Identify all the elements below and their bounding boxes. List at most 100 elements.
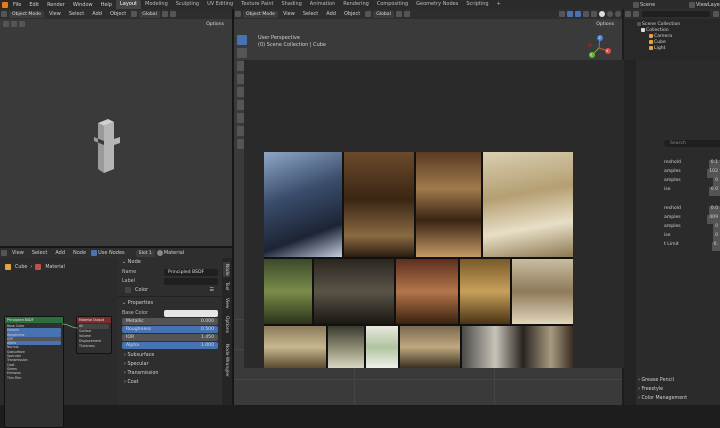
menu-edit[interactable]: Edit: [25, 2, 43, 8]
gizmo-icon[interactable]: [567, 11, 573, 17]
tab-scripting[interactable]: Scripting: [462, 0, 492, 9]
tab-modeling[interactable]: Modeling: [141, 0, 172, 9]
prop-partial-value[interactable]: 0.: [711, 242, 720, 251]
tab-geometry-nodes[interactable]: Geometry Nodes: [412, 0, 462, 9]
coat-panel[interactable]: › Coat: [124, 378, 222, 387]
left-mode-dropdown[interactable]: Object Mode: [9, 10, 44, 18]
main-snap-icon[interactable]: [395, 11, 402, 17]
slot-dropdown[interactable]: Slot 1: [135, 249, 155, 257]
color-row[interactable]: Color ☰: [118, 286, 222, 294]
shading-material-icon[interactable]: [607, 11, 613, 17]
select-mode-icon[interactable]: [11, 21, 17, 27]
outliner-display-icon[interactable]: [633, 11, 639, 17]
overlay-icon[interactable]: [575, 11, 581, 17]
sidebar-tab-options[interactable]: Options: [223, 314, 230, 335]
main-options-button[interactable]: Options: [593, 21, 617, 28]
prop-partial-value[interactable]: 409: [707, 215, 720, 224]
main-mode-dropdown[interactable]: Object Mode: [243, 10, 278, 18]
freestyle-panel[interactable]: › Freestyle: [638, 385, 718, 394]
node-menu-select[interactable]: Select: [28, 250, 51, 256]
navigation-gizmo[interactable]: X Y Z: [584, 33, 614, 63]
node-editor-type-icon[interactable]: [1, 250, 7, 256]
editor-type-icon[interactable]: [1, 11, 7, 17]
label-field[interactable]: [164, 277, 218, 285]
prop-partial-value[interactable]: 0: [713, 178, 720, 187]
left-options-button[interactable]: Options: [203, 21, 227, 28]
main-proportional-icon[interactable]: [403, 11, 410, 17]
filter-icon[interactable]: [713, 11, 719, 17]
color-management-panel[interactable]: › Color Management: [638, 394, 718, 403]
specular-panel[interactable]: › Specular: [124, 360, 222, 369]
left-viewport[interactable]: Options: [0, 19, 232, 247]
prop-partial-value[interactable]: 0: [713, 224, 720, 233]
material-selector[interactable]: Material: [164, 250, 184, 256]
tab-compositing[interactable]: Compositing: [373, 0, 412, 9]
shading-solid-icon[interactable]: [599, 11, 605, 17]
node-menu-node[interactable]: Node: [69, 250, 90, 256]
menu-help[interactable]: Help: [97, 2, 116, 8]
main-menu-view[interactable]: View: [279, 11, 299, 17]
outliner-type-icon[interactable]: [625, 11, 631, 17]
metallic-field[interactable]: Metallic 0.000: [122, 318, 218, 325]
menu-window[interactable]: Window: [69, 2, 97, 8]
cube-object[interactable]: [90, 119, 126, 175]
snap-icon[interactable]: [161, 11, 168, 17]
cursor-tool-icon[interactable]: [237, 48, 247, 58]
main-menu-select[interactable]: Select: [299, 11, 322, 17]
menu-file[interactable]: File: [9, 2, 25, 8]
node-menu-view[interactable]: View: [8, 250, 28, 256]
name-field[interactable]: Principled BSDF: [164, 268, 218, 276]
left-menu-select[interactable]: Select: [65, 11, 88, 17]
use-nodes-checkbox-icon[interactable]: [91, 250, 98, 256]
sidebar-tab-tool[interactable]: Tool: [223, 280, 230, 293]
tab-animation[interactable]: Animation: [306, 0, 340, 9]
sidebar-tab-node-wrangler[interactable]: Node Wrangler: [223, 342, 230, 379]
scene-selector[interactable]: Scene: [640, 2, 688, 8]
sidebar-tab-node[interactable]: Node: [223, 262, 230, 278]
color-checkbox-icon[interactable]: [125, 287, 131, 293]
main-editor-type-icon[interactable]: [235, 11, 241, 17]
properties-panel-header[interactable]: ⌄ Properties: [118, 299, 222, 308]
node-editor-canvas[interactable]: Cube › Material Principled BSDF Base Col…: [0, 258, 118, 428]
ior-field[interactable]: IOR 1.450: [122, 334, 218, 341]
select-tool-icon[interactable]: [237, 35, 247, 45]
tab-rendering[interactable]: Rendering: [339, 0, 373, 9]
proportional-icon[interactable]: [169, 11, 176, 17]
visibility-icon[interactable]: [559, 11, 565, 17]
sidebar-tab-view[interactable]: View: [223, 296, 230, 310]
left-menu-object[interactable]: Object: [106, 11, 130, 17]
prop-partial-value[interactable]: 0.0: [708, 187, 720, 196]
select-box-icon[interactable]: [3, 21, 9, 27]
properties-search[interactable]: Search: [664, 140, 720, 147]
principled-bsdf-node[interactable]: Principled BSDF Base Color Metallic Roug…: [4, 316, 64, 428]
transmission-panel[interactable]: › Transmission: [124, 369, 222, 378]
tab-uv-editing[interactable]: UV Editing: [203, 0, 237, 9]
xray-icon[interactable]: [583, 11, 589, 17]
add-workspace-button[interactable]: +: [493, 0, 505, 9]
blender-logo-icon[interactable]: [2, 1, 8, 8]
image-overlay-window[interactable]: [244, 60, 668, 368]
outliner-row-light[interactable]: Light: [624, 45, 720, 51]
main-menu-add[interactable]: Add: [322, 11, 340, 17]
shading-rendered-icon[interactable]: [615, 11, 621, 17]
viewlayer-selector[interactable]: ViewLayer: [696, 2, 720, 8]
menu-render[interactable]: Render: [43, 2, 69, 8]
tab-layout[interactable]: Layout: [116, 0, 141, 9]
material-output-node[interactable]: Material Output All Surface Volume Displ…: [76, 316, 112, 354]
main-menu-object[interactable]: Object: [340, 11, 364, 17]
grease-pencil-panel[interactable]: › Grease Pencil: [638, 376, 718, 385]
left-orientation-dropdown[interactable]: Global: [139, 10, 160, 18]
prop-partial-value[interactable]: 0.1: [708, 160, 720, 169]
roughness-field[interactable]: Roughness 0.500: [122, 326, 218, 333]
tab-shading[interactable]: Shading: [277, 0, 305, 9]
left-menu-view[interactable]: View: [45, 11, 65, 17]
tab-texture-paint[interactable]: Texture Paint: [237, 0, 277, 9]
alpha-field[interactable]: Alpha 1.000: [122, 342, 218, 349]
main-orientation-dropdown[interactable]: Global: [373, 10, 394, 18]
node-menu-add[interactable]: Add: [51, 250, 69, 256]
base-color-swatch[interactable]: [164, 309, 218, 317]
select-mode-icon-2[interactable]: [19, 21, 25, 27]
color-list-icon[interactable]: ☰: [210, 287, 214, 293]
prop-partial-value[interactable]: 0: [713, 233, 720, 242]
outliner-search[interactable]: [642, 11, 710, 17]
